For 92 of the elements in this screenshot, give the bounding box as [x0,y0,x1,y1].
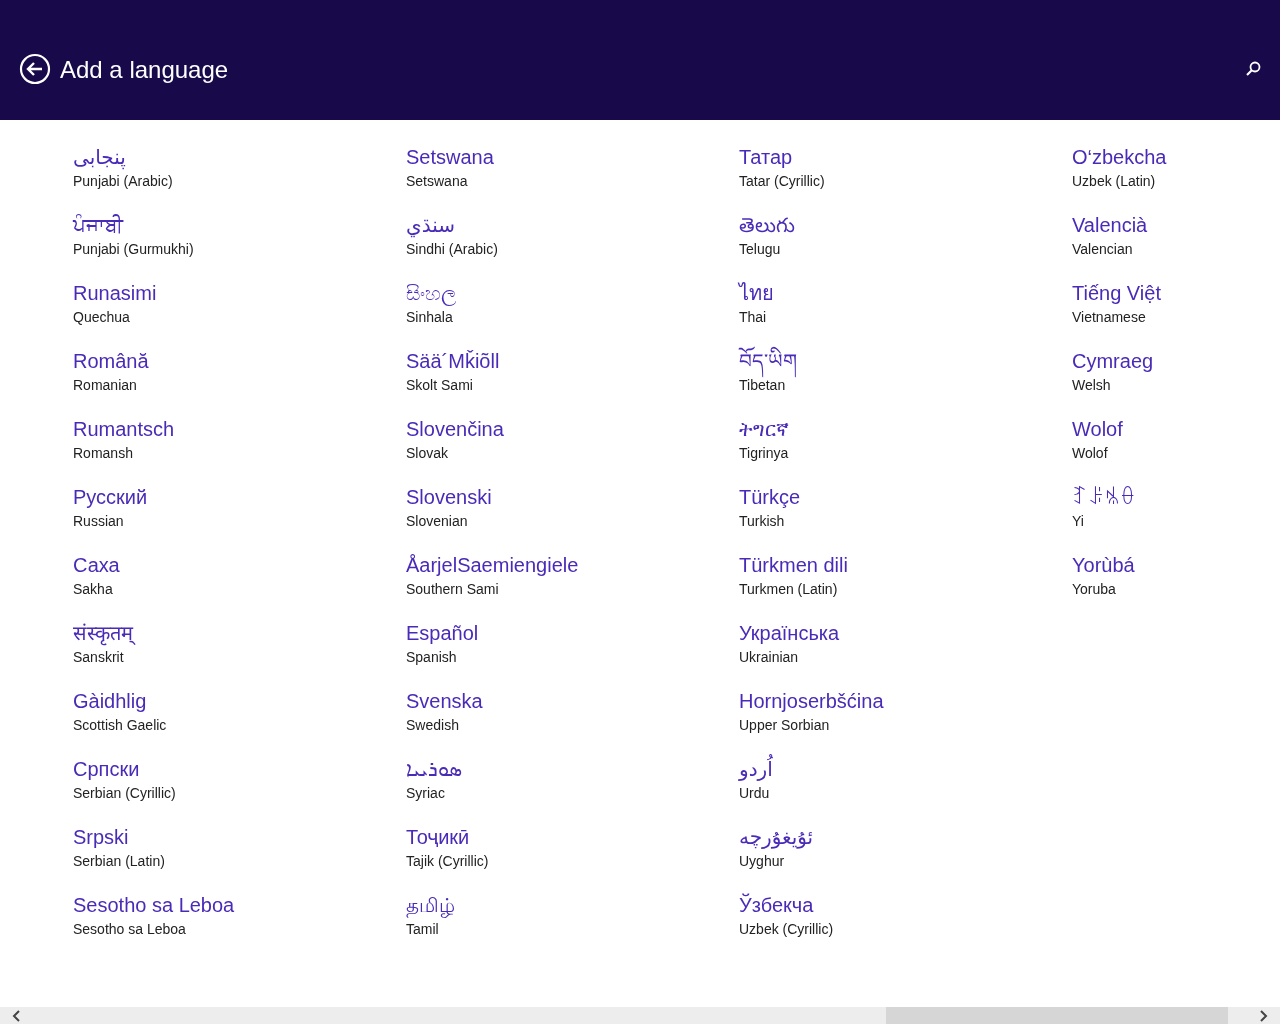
language-english-name: Turkmen (Latin) [739,580,838,599]
language-name[interactable]: Română [73,348,149,375]
language-name[interactable]: ትግርኛ [739,416,789,443]
language-name[interactable]: తెలుగు [739,212,795,239]
language-english-name: Russian [73,512,124,531]
language-name[interactable]: Cymraeg [1072,348,1154,375]
language-english-name: Urdu [739,784,770,803]
language-english-name: Sanskrit [73,648,124,667]
language-english-name: Tigrinya [739,444,789,463]
language-english-name: Romanian [73,376,137,395]
language-name[interactable]: தமிழ் [406,892,455,919]
scroll-right-icon[interactable] [1258,1009,1268,1022]
language-name[interactable]: Türkçe [739,484,801,511]
language-name[interactable]: Gàidhlig [73,688,147,715]
language-name[interactable]: Саха [73,552,120,579]
language-english-name: Romansh [73,444,133,463]
language-english-name: Tamil [406,920,439,939]
language-name[interactable]: Valencià [1072,212,1148,239]
language-name[interactable]: Español [406,620,479,647]
language-name[interactable]: Sesotho sa Leboa [73,892,235,919]
language-english-name: Sesotho sa Leboa [73,920,186,939]
language-english-name: Tatar (Cyrillic) [739,172,825,191]
language-name[interactable]: Slovenski [406,484,492,511]
language-name[interactable]: Тоҷикӣ [406,824,470,851]
scrollbar-thumb[interactable] [886,1007,1228,1024]
language-english-name: Sindhi (Arabic) [406,240,498,259]
language-name[interactable]: Українська [739,620,840,647]
language-name[interactable]: ئۇيغۇرچە [739,824,814,851]
language-name[interactable]: اُردو [739,756,773,783]
scroll-left-icon[interactable] [12,1009,22,1022]
language-name[interactable]: Svenska [406,688,483,715]
language-english-name: Serbian (Cyrillic) [73,784,176,803]
language-english-name: Setswana [406,172,468,191]
language-english-name: Quechua [73,308,130,327]
language-english-name: Yi [1072,512,1084,531]
language-name[interactable]: Tiếng Việt [1072,280,1161,307]
language-english-name: Vietnamese [1072,308,1146,327]
language-english-name: Telugu [739,240,781,259]
language-name[interactable]: Slovenčina [406,416,504,443]
language-english-name: Welsh [1072,376,1111,395]
language-english-name: Serbian (Latin) [73,852,165,871]
language-name[interactable]: සිංහල [406,280,456,307]
language-name[interactable]: Татар [739,144,793,171]
language-english-name: Swedish [406,716,459,735]
language-name[interactable]: ÅarjelSaemiengiele [406,552,579,579]
language-name[interactable]: Српски [73,756,140,783]
language-english-name: Turkish [739,512,785,531]
language-english-name: Sinhala [406,308,453,327]
back-button[interactable] [18,52,52,86]
language-english-name: Uyghur [739,852,785,871]
language-name[interactable]: Русский [73,484,148,511]
language-name[interactable]: پنجابی [73,144,126,171]
language-name[interactable]: Yorùbá [1072,552,1135,579]
language-english-name: Sakha [73,580,113,599]
language-name[interactable]: Runasimi [73,280,157,307]
language-english-name: Punjabi (Arabic) [73,172,173,191]
language-name[interactable]: ꆈꌠꁱꂷ [1072,484,1136,511]
language-english-name: Scottish Gaelic [73,716,167,735]
language-name[interactable]: Rumantsch [73,416,175,443]
language-english-name: Wolof [1072,444,1108,463]
language-english-name: Skolt Sami [406,376,473,395]
language-name[interactable]: Wolof [1072,416,1123,443]
horizontal-scrollbar[interactable] [0,1007,1280,1024]
language-name[interactable]: ܣܘܪܝܝܐ [406,756,462,783]
language-english-name: Upper Sorbian [739,716,830,735]
language-name[interactable]: O‘zbekcha [1072,144,1167,171]
language-english-name: Syriac [406,784,445,803]
language-english-name: Punjabi (Gurmukhi) [73,240,194,259]
language-english-name: Tajik (Cyrillic) [406,852,489,871]
language-name[interactable]: Ўзбекча [739,892,814,919]
language-english-name: Slovak [406,444,449,463]
language-english-name: Tibetan [739,377,786,395]
language-english-name: Uzbek (Cyrillic) [739,920,834,939]
language-english-name: Uzbek (Latin) [1072,172,1156,191]
language-english-name: Slovenian [406,512,468,531]
language-english-name: Valencian [1072,240,1133,259]
language-name[interactable]: ਪੰਜਾਬੀ [73,212,123,239]
language-name[interactable]: Türkmen dili [739,552,848,579]
language-name[interactable]: ไทย [739,280,774,307]
language-name[interactable]: Srpski [73,824,129,851]
language-name[interactable]: Sää´Mǩiõll [406,348,500,375]
language-name[interactable]: བོད་ཡིག [739,348,797,375]
language-name[interactable]: Setswana [406,144,494,171]
language-english-name: Ukrainian [739,648,799,667]
language-name[interactable]: Hornjoserbšćina [739,688,884,715]
language-english-name: Yoruba [1072,580,1116,599]
page-title: Add a language [60,56,229,84]
language-english-name: Spanish [406,648,457,667]
language-english-name: Thai [739,308,767,327]
search-button[interactable] [1244,60,1262,78]
language-name[interactable]: سنڌي [406,212,455,239]
language-english-name: Southern Sami [406,580,499,599]
